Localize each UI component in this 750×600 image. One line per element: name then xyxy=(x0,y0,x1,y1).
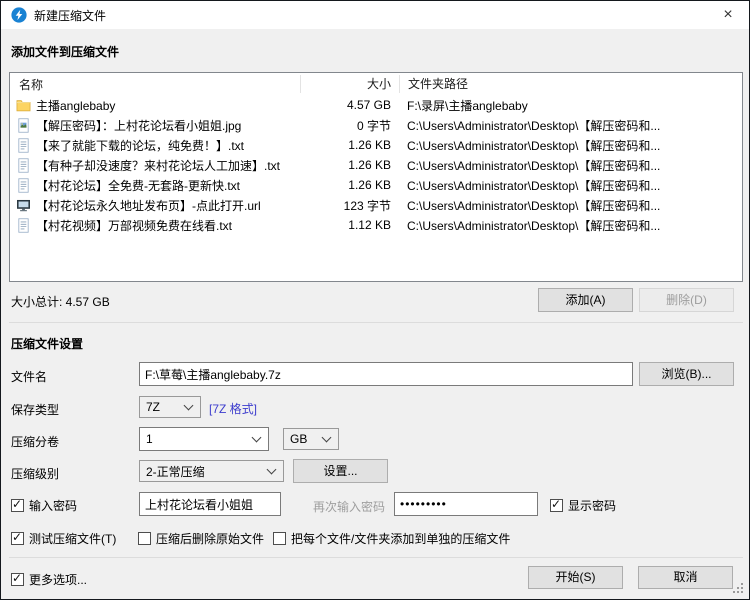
save-type-dropdown[interactable]: 7Z xyxy=(139,396,201,418)
file-name: 【村花论坛永久地址发布页】-点此打开.url xyxy=(36,197,261,214)
image-file-icon xyxy=(16,118,31,133)
file-list-body: 主播anglebaby 4.57 GB F:\录屏\主播anglebaby 【解… xyxy=(10,95,742,235)
resize-grip-icon[interactable] xyxy=(733,583,745,595)
split-label: 压缩分卷 xyxy=(11,433,59,450)
file-row[interactable]: 【解压密码】：上村花论坛看小姐姐.jpg 0 字节 C:\Users\Admin… xyxy=(10,115,742,135)
chevron-down-icon xyxy=(252,432,262,442)
level-dropdown[interactable]: 2-正常压缩 xyxy=(139,460,284,482)
check-icon: ✓ xyxy=(12,497,22,511)
cancel-button[interactable]: 取消 xyxy=(638,566,733,589)
file-size: 4.57 GB xyxy=(300,98,399,112)
close-button[interactable]: × xyxy=(707,1,749,29)
column-header-path[interactable]: 文件夹路径 xyxy=(399,75,742,93)
checkbox-box: ✓ xyxy=(138,532,151,545)
separate-archive-checkbox[interactable]: ✓ 把每个文件/文件夹添加到单独的压缩文件 xyxy=(273,530,510,547)
column-header-size[interactable]: 大小 xyxy=(300,75,399,93)
total-size-label: 大小总计: 4.57 GB xyxy=(11,293,110,310)
check-icon: ✓ xyxy=(12,571,22,585)
file-path: C:\Users\Administrator\Desktop\【解压密码和... xyxy=(399,157,742,174)
file-name: 【有种子却没速度？来村花论坛人工加速】.txt xyxy=(36,157,280,174)
close-icon: × xyxy=(723,6,732,24)
file-name: 【村花视频】万部视频免费在线看.txt xyxy=(36,217,232,234)
column-header-name[interactable]: 名称 xyxy=(10,76,300,93)
delete-button: 删除(D) xyxy=(639,288,734,312)
separator xyxy=(9,322,743,323)
window-title: 新建压缩文件 xyxy=(34,7,106,24)
check-icon: ✓ xyxy=(551,497,561,511)
more-options-checkbox[interactable]: ✓ 更多选项... xyxy=(11,571,87,588)
checkbox-box: ✓ xyxy=(11,532,24,545)
file-row[interactable]: 【村花论坛永久地址发布页】-点此打开.url 123 字节 C:\Users\A… xyxy=(10,195,742,215)
file-size: 1.26 KB xyxy=(300,178,399,192)
file-name: 主播anglebaby xyxy=(36,97,115,114)
reenter-password-input[interactable] xyxy=(394,492,538,516)
file-list: 名称 大小 文件夹路径 主播anglebaby 4.57 GB F:\录屏\主播… xyxy=(9,72,743,282)
file-name: 【村花论坛】全免费-无套路-更新快.txt xyxy=(36,177,240,194)
file-path: F:\录屏\主播anglebaby xyxy=(399,97,742,114)
file-list-header: 名称 大小 文件夹路径 xyxy=(10,73,742,95)
file-size: 1.26 KB xyxy=(300,138,399,152)
file-path: C:\Users\Administrator\Desktop\【解压密码和... xyxy=(399,217,742,234)
file-path: C:\Users\Administrator\Desktop\【解压密码和... xyxy=(399,137,742,154)
file-size: 1.12 KB xyxy=(300,218,399,232)
file-size: 0 字节 xyxy=(300,117,399,134)
file-row[interactable]: 主播anglebaby 4.57 GB F:\录屏\主播anglebaby xyxy=(10,95,742,115)
separator xyxy=(9,557,743,558)
add-button[interactable]: 添加(A) xyxy=(538,288,633,312)
file-path: C:\Users\Administrator\Desktop\【解压密码和... xyxy=(399,197,742,214)
checkbox-box: ✓ xyxy=(550,499,563,512)
checkbox-box: ✓ xyxy=(11,573,24,586)
test-archive-checkbox[interactable]: ✓ 测试压缩文件(T) xyxy=(11,530,116,547)
browse-button[interactable]: 浏览(B)... xyxy=(639,362,734,386)
checkbox-box: ✓ xyxy=(11,499,24,512)
file-path: C:\Users\Administrator\Desktop\【解压密码和... xyxy=(399,177,742,194)
file-row[interactable]: 【村花论坛】全免费-无套路-更新快.txt 1.26 KB C:\Users\A… xyxy=(10,175,742,195)
reenter-password-label: 再次输入密码 xyxy=(313,498,385,515)
text-file-icon xyxy=(16,218,31,233)
section-archive-settings: 压缩文件设置 xyxy=(11,335,83,352)
file-row[interactable]: 【有种子却没速度？来村花论坛人工加速】.txt 1.26 KB C:\Users… xyxy=(10,155,742,175)
start-button[interactable]: 开始(S) xyxy=(528,566,623,589)
chevron-down-icon xyxy=(184,400,194,410)
url-file-icon xyxy=(16,198,31,213)
file-name: 【来了就能下载的论坛，纯免费！】.txt xyxy=(36,137,244,154)
section-add-files: 添加文件到压缩文件 xyxy=(11,43,119,60)
check-icon: ✓ xyxy=(12,530,22,544)
delete-after-checkbox[interactable]: ✓ 压缩后删除原始文件 xyxy=(138,530,264,547)
filename-input[interactable] xyxy=(139,362,633,386)
file-row[interactable]: 【来了就能下载的论坛，纯免费！】.txt 1.26 KB C:\Users\Ad… xyxy=(10,135,742,155)
chevron-down-icon xyxy=(322,432,332,442)
filename-label: 文件名 xyxy=(11,368,47,385)
show-password-checkbox[interactable]: ✓ 显示密码 xyxy=(550,497,616,514)
file-path: C:\Users\Administrator\Desktop\【解压密码和... xyxy=(399,117,742,134)
file-size: 1.26 KB xyxy=(300,158,399,172)
file-size: 123 字节 xyxy=(300,197,399,214)
text-file-icon xyxy=(16,138,31,153)
folder-icon xyxy=(16,98,31,113)
chevron-down-icon xyxy=(267,464,277,474)
checkbox-box: ✓ xyxy=(273,532,286,545)
file-row[interactable]: 【村花视频】万部视频免费在线看.txt 1.12 KB C:\Users\Adm… xyxy=(10,215,742,235)
title-bar[interactable]: 新建压缩文件 × xyxy=(1,1,749,29)
text-file-icon xyxy=(16,178,31,193)
split-size-combobox[interactable]: 1 xyxy=(139,427,269,451)
level-label: 压缩级别 xyxy=(11,465,59,482)
text-file-icon xyxy=(16,158,31,173)
new-archive-dialog: 新建压缩文件 × 添加文件到压缩文件 名称 大小 文件夹路径 主播angleba… xyxy=(0,0,750,600)
format-options-link[interactable]: [7Z 格式] xyxy=(209,400,257,417)
settings-button[interactable]: 设置... xyxy=(293,459,388,483)
file-name: 【解压密码】：上村花论坛看小姐姐.jpg xyxy=(36,117,241,134)
password-input[interactable] xyxy=(139,492,281,516)
save-type-label: 保存类型 xyxy=(11,401,59,418)
split-unit-dropdown[interactable]: GB xyxy=(283,428,339,450)
app-icon xyxy=(11,7,27,23)
password-checkbox[interactable]: ✓ 输入密码 xyxy=(11,497,77,514)
